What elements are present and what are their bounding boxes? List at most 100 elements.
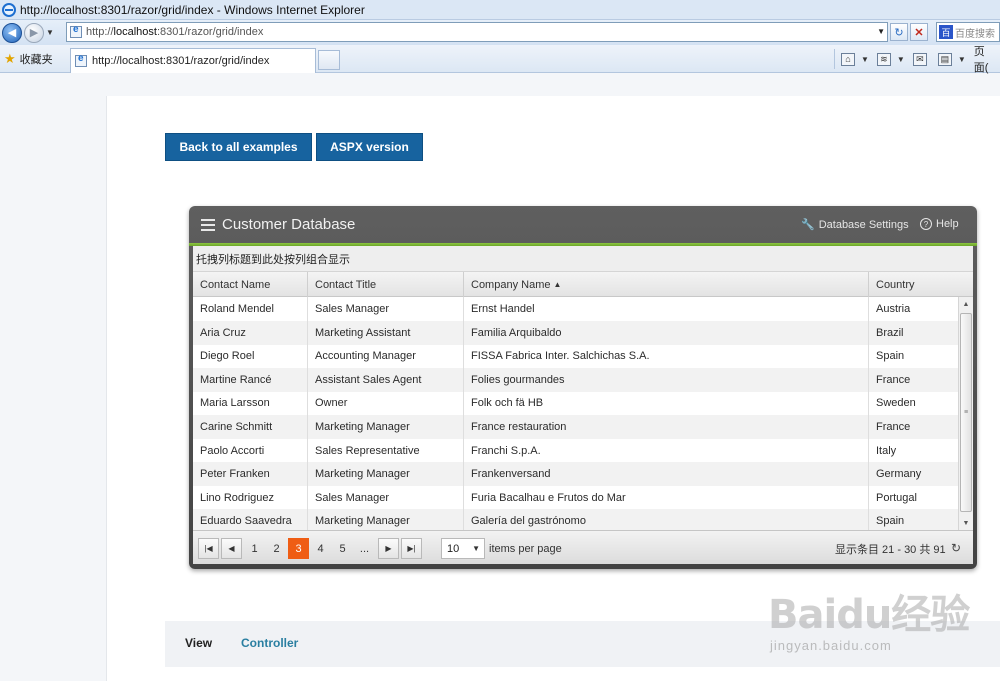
- address-bar[interactable]: http://localhost:8301/razor/grid/index ▼: [66, 22, 888, 42]
- back-arrow-icon[interactable]: ◀: [2, 22, 22, 43]
- cell-contact-name: Diego Roel: [193, 344, 308, 369]
- chevron-down-icon: ▼: [472, 544, 480, 553]
- page-button[interactable]: 4: [310, 538, 331, 559]
- refresh-icon[interactable]: ↻: [949, 541, 963, 555]
- table-row[interactable]: Diego Roel Accounting Manager FISSA Fabric…: [193, 344, 958, 369]
- grid-body: 托拽列标题到此处按列组合显示 Contact Name Contact Titl…: [193, 246, 973, 564]
- cell-contact-name: Roland Mendel: [193, 297, 308, 321]
- baidu-watermark: Baidu经验 jingyan.baidu.com: [768, 574, 988, 669]
- cell-company-name: France restauration: [464, 415, 869, 439]
- print-icon: ▤: [937, 52, 952, 66]
- cell-company-name: Folies gourmandes: [464, 367, 869, 392]
- help-icon: ?: [920, 218, 932, 230]
- refresh-icon[interactable]: ↻: [890, 23, 908, 41]
- address-dropdown-icon[interactable]: ▼: [877, 27, 885, 36]
- cell-country: France: [876, 421, 911, 433]
- settings-label: Database Settings: [818, 218, 909, 231]
- table-row[interactable]: Roland Mendel Sales Manager Ernst Handel Au…: [193, 297, 958, 321]
- previous-page-icon[interactable]: ◀: [221, 538, 242, 559]
- window-titlebar: http://localhost:8301/razor/grid/index -…: [0, 0, 1000, 20]
- group-drop-area[interactable]: 托拽列标题到此处按列组合显示: [193, 246, 973, 272]
- pager-info: 显示条目 21 - 30 共 91: [835, 543, 946, 556]
- column-header-contact-title[interactable]: Contact Title: [308, 272, 464, 297]
- chevron-down-icon[interactable]: ▼: [861, 55, 869, 64]
- menu-icon[interactable]: [201, 218, 215, 231]
- cell-company-name: FISSA Fabrica Inter. Salchichas S.A.: [464, 344, 869, 369]
- help-button[interactable]: ? Help: [920, 218, 959, 230]
- page-button[interactable]: 1: [244, 538, 265, 559]
- scroll-down-icon[interactable]: ▼: [959, 516, 973, 530]
- database-settings-button[interactable]: 🔧 Database Settings: [801, 218, 909, 232]
- tab-controller[interactable]: Controller: [241, 636, 298, 650]
- table-row[interactable]: Peter Franken Marketing Manager Frankenver…: [193, 462, 958, 487]
- history-dropdown-icon[interactable]: ▼: [46, 28, 54, 37]
- favorites-label: 收藏夹: [19, 54, 53, 66]
- page-size-select[interactable]: 10 ▼: [441, 538, 485, 559]
- current-page-button[interactable]: 3: [288, 538, 309, 559]
- table-row[interactable]: Paolo Accorti Sales Representative Franchi…: [193, 438, 958, 463]
- table-row[interactable]: Aria Cruz Marketing Assistant Familia Arqu…: [193, 320, 958, 345]
- scroll-up-icon[interactable]: ▲: [959, 297, 973, 311]
- column-header-row: Contact Name Contact Title Company Name ▲…: [193, 272, 973, 297]
- favorites-button[interactable]: ★ 收藏夹: [4, 51, 53, 67]
- cell-contact-name: Maria Larsson: [193, 391, 308, 416]
- cell-country: Portugal: [876, 491, 917, 504]
- cell-country: Italy: [876, 444, 897, 457]
- page-size-value: 10: [447, 542, 460, 555]
- table-row[interactable]: Lino Rodriguez Sales Manager Furia Bacalha…: [193, 485, 958, 510]
- page-size-label: items per page: [489, 542, 562, 555]
- column-header-label: Company Name: [471, 278, 551, 291]
- star-icon: ★: [4, 51, 16, 66]
- scrollbar-thumb[interactable]: ≡: [960, 313, 972, 512]
- cell-country: Brazil: [876, 326, 904, 339]
- print-button[interactable]: ▤ ▼: [937, 52, 966, 66]
- next-page-icon[interactable]: ▶: [378, 538, 399, 559]
- column-header-contact-name[interactable]: Contact Name: [193, 272, 308, 297]
- browser-tab[interactable]: http://localhost:8301/razor/grid/index: [70, 48, 316, 73]
- vertical-scrollbar[interactable]: ▲ ≡ ▼: [958, 297, 973, 530]
- mail-button[interactable]: ✉: [912, 52, 930, 66]
- cell-company-name: Furia Bacalhau e Frutos do Mar: [464, 485, 869, 510]
- new-tab-button[interactable]: [318, 50, 340, 70]
- table-row[interactable]: Maria Larsson Owner Folk och fä HB Sweden: [193, 391, 958, 416]
- tab-view[interactable]: View: [185, 636, 212, 650]
- back-to-examples-button[interactable]: Back to all examples: [165, 133, 312, 161]
- aspx-version-button[interactable]: ASPX version: [316, 133, 423, 161]
- stop-icon[interactable]: ✕: [910, 23, 928, 41]
- home-button[interactable]: ⌂ ▼: [841, 52, 869, 66]
- grid-pager: |◀ ◀ 1 2 3 4 5 ... ▶ ▶| 10 ▼ items per p…: [193, 530, 973, 564]
- mail-icon: ✉: [912, 52, 927, 66]
- tab-favicon-icon: [75, 53, 87, 67]
- page-button[interactable]: 2: [266, 538, 287, 559]
- search-placeholder: 百度搜索: [955, 28, 995, 40]
- column-header-country[interactable]: Country: [869, 272, 973, 297]
- chevron-down-icon[interactable]: ▼: [897, 55, 905, 64]
- tab-toolbar: ★ 收藏夹 http://localhost:8301/razor/grid/i…: [0, 43, 1000, 75]
- last-page-icon[interactable]: ▶|: [401, 538, 422, 559]
- watermark-url: jingyan.baidu.com: [770, 638, 892, 653]
- page-menu[interactable]: 页面(: [974, 43, 992, 75]
- search-input[interactable]: 百 百度搜索: [936, 22, 1000, 42]
- help-label: Help: [936, 218, 959, 230]
- window-title: http://localhost:8301/razor/grid/index -…: [20, 2, 365, 17]
- page-button[interactable]: 5: [332, 538, 353, 559]
- column-header-company-name[interactable]: Company Name ▲: [464, 272, 869, 297]
- cell-contact-name: Carine Schmitt: [193, 415, 308, 439]
- search-engine-icon[interactable]: 百: [939, 25, 953, 39]
- cell-contact-title: Assistant Sales Agent: [308, 367, 464, 392]
- chevron-down-icon[interactable]: ▼: [958, 55, 966, 64]
- address-url[interactable]: http://localhost:8301/razor/grid/index: [86, 26, 263, 38]
- table-row[interactable]: Martine Rancé Assistant Sales Agent Folies…: [193, 367, 958, 392]
- more-pages-button[interactable]: ...: [354, 538, 375, 559]
- feeds-button[interactable]: ≋ ▼: [876, 52, 905, 66]
- table-row[interactable]: Carine Schmitt Marketing Manager France re…: [193, 415, 958, 439]
- cell-country: Austria: [876, 303, 911, 315]
- column-header-label: Country: [876, 278, 915, 291]
- table-row[interactable]: Eduardo Saavedra Marketing Manager Galería…: [193, 509, 958, 530]
- cell-contact-title: Sales Representative: [308, 438, 464, 463]
- forward-arrow-icon[interactable]: ▶: [24, 22, 44, 43]
- cell-contact-title: Marketing Manager: [308, 509, 464, 530]
- cell-contact-name: Lino Rodriguez: [193, 485, 308, 510]
- first-page-icon[interactable]: |◀: [198, 538, 219, 559]
- cell-company-name: Familia Arquibaldo: [464, 320, 869, 345]
